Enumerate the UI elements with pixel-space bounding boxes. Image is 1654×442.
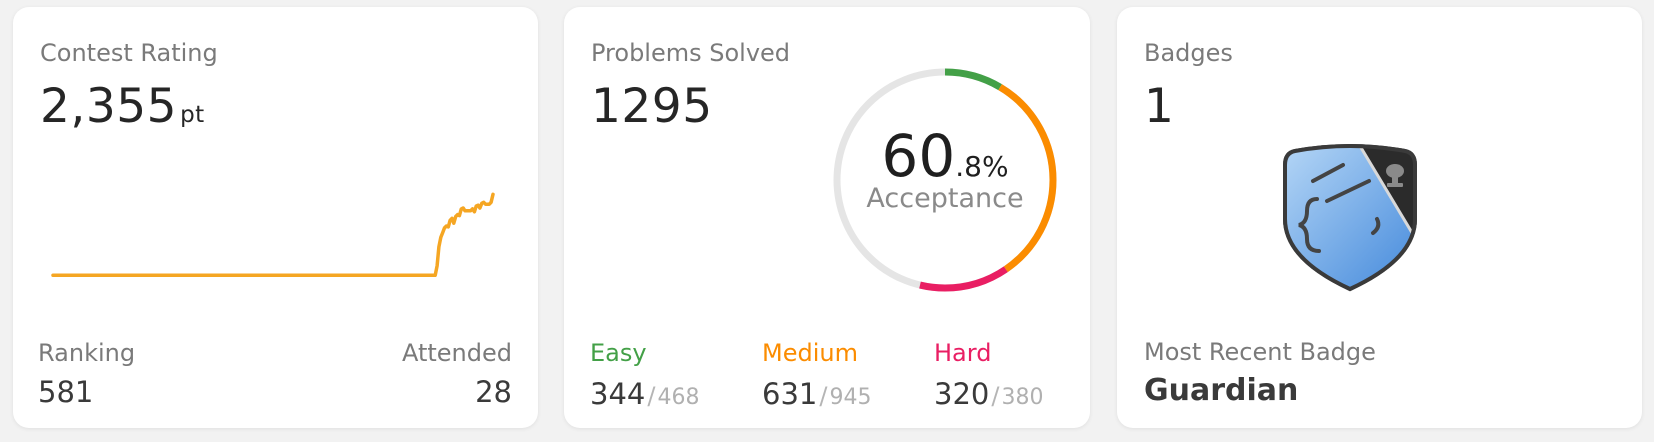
- acceptance-center: 60.8% Acceptance: [825, 60, 1065, 300]
- easy-total: 468: [657, 385, 700, 410]
- hard-solved: 320: [934, 377, 990, 411]
- attended-value: 28: [475, 375, 512, 409]
- medium-stats: 631/945: [762, 377, 871, 411]
- medium-label: Medium: [762, 339, 858, 367]
- attended-label: Attended: [401, 339, 512, 367]
- rating-line: [51, 192, 495, 278]
- most-recent-badge-name[interactable]: Guardian: [1144, 373, 1298, 408]
- medium-total: 945: [829, 385, 872, 410]
- problems-solved-count: 1295: [591, 79, 713, 134]
- contest-rating-title: Contest Rating: [40, 39, 218, 67]
- rating-line-chart[interactable]: [33, 182, 513, 292]
- rating-number: 2,355: [40, 79, 178, 134]
- easy-stats: 344/468: [590, 377, 699, 411]
- ranking-value: 581: [38, 375, 94, 409]
- medium-sep: /: [819, 382, 828, 410]
- medium-solved: 631: [762, 377, 818, 411]
- hard-total: 380: [1001, 385, 1044, 410]
- badges-count: 1: [1144, 79, 1175, 134]
- acceptance-label: Acceptance: [866, 183, 1024, 214]
- badges-card: Badges 1 Most Recent Badge Guardian: [1117, 7, 1642, 428]
- acceptance-dec: .8%: [955, 150, 1009, 183]
- problems-solved-card: Problems Solved 1295 60.8% Acceptance Ea…: [564, 7, 1090, 428]
- ranking-label: Ranking: [38, 339, 136, 367]
- badges-title: Badges: [1144, 39, 1233, 67]
- rating-unit: pt: [180, 102, 205, 128]
- guardian-badge-icon[interactable]: [1277, 141, 1423, 295]
- hard-sep: /: [991, 382, 1000, 410]
- easy-label: Easy: [590, 339, 647, 367]
- hard-stats: 320/380: [934, 377, 1043, 411]
- acceptance-value: 60.8%: [825, 122, 1065, 190]
- problems-solved-title: Problems Solved: [591, 39, 791, 67]
- hard-label: Hard: [934, 339, 992, 367]
- acceptance-int: 60: [881, 122, 956, 190]
- easy-sep: /: [647, 382, 656, 410]
- easy-solved: 344: [590, 377, 646, 411]
- contest-rating-value[interactable]: 2,355 pt: [40, 79, 205, 134]
- most-recent-badge-label: Most Recent Badge: [1144, 338, 1376, 366]
- contest-rating-card: Contest Rating 2,355 pt Ranking 581 Atten…: [13, 7, 538, 428]
